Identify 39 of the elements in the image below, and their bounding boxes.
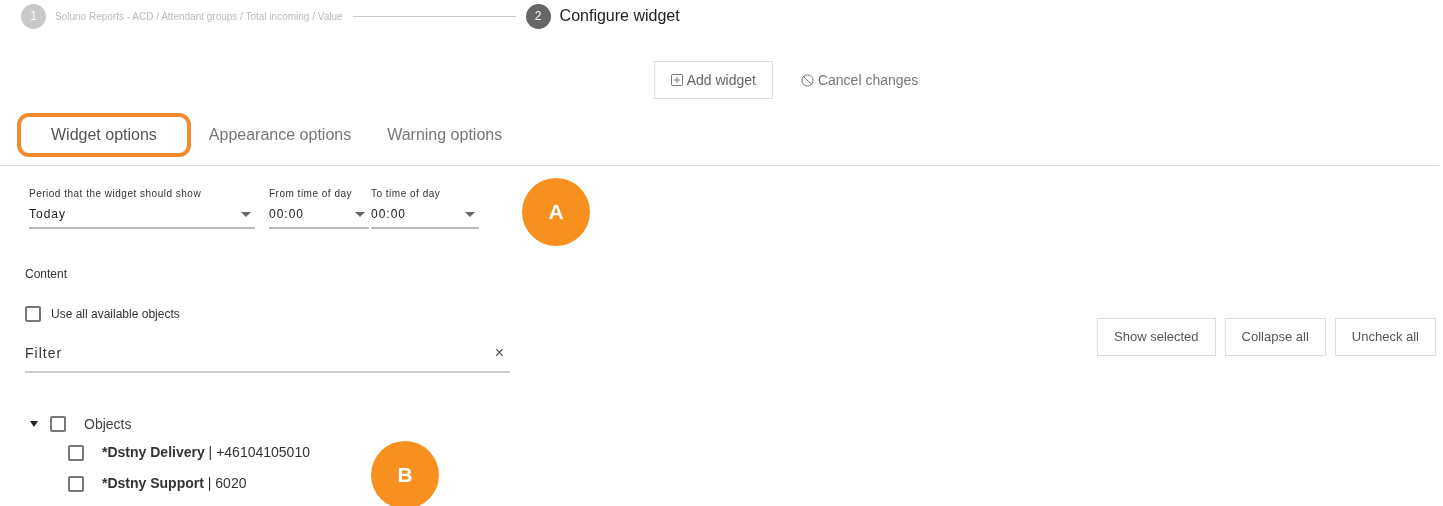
add-widget-button[interactable]: Add widget	[653, 61, 773, 99]
tab[interactable]: Warning options	[369, 113, 521, 157]
checkbox-label: Use all available objects	[51, 306, 180, 323]
tree-action-button[interactable]: Collapse all	[1224, 318, 1326, 356]
clear-filter-button[interactable]: ×	[494, 341, 510, 365]
field-label: To time of day	[371, 187, 442, 201]
dropdown-caret-icon	[241, 211, 251, 217]
dropdown-field[interactable]: To time of day 00:00	[371, 186, 479, 229]
step-label: Soluno Reports - ACD / Attendant groups / Total incoming / Value	[55, 9, 343, 24]
checkbox[interactable]	[50, 416, 66, 432]
checkbox[interactable]	[68, 444, 84, 461]
tab[interactable]: Appearance options	[190, 113, 370, 157]
dropdown-field[interactable]: Period that the widget should show Today	[29, 186, 255, 229]
cancel-changes-button[interactable]: Cancel changes	[784, 61, 935, 99]
step-number: 2	[525, 3, 551, 29]
checkbox[interactable]	[25, 306, 41, 322]
step-label: Configure widget	[559, 6, 680, 26]
tree-item-label: *Dstny Support | 6020	[102, 474, 247, 493]
tree-item-label: Objects	[84, 414, 132, 434]
tree-item-label: *Dstny Delivery | +46104105010	[102, 443, 310, 462]
plus-icon	[670, 74, 683, 86]
expanded-triangle-icon[interactable]	[30, 420, 38, 428]
field-label: From time of day	[269, 187, 354, 201]
callout-marker: B	[371, 441, 439, 506]
dropdown-caret-icon	[355, 211, 365, 217]
dropdown-caret-icon	[465, 211, 475, 217]
field-value: 00:00	[269, 206, 305, 223]
dropdown-field[interactable]: From time of day 00:00	[269, 186, 369, 229]
field-label: Period that the widget should show	[29, 187, 203, 201]
checkbox[interactable]	[68, 475, 84, 492]
tree-action-button[interactable]: Uncheck all	[1334, 318, 1436, 356]
callout-marker: A	[522, 178, 590, 246]
tab[interactable]: Widget options	[17, 113, 191, 157]
section-heading: Content	[25, 266, 68, 283]
prohibited-icon	[800, 73, 814, 87]
tree-action-button[interactable]: Show selected	[1097, 318, 1216, 356]
field-value: 00:00	[371, 206, 407, 223]
field-value: Today	[29, 206, 67, 223]
filter-field[interactable]: Filter ×	[25, 341, 510, 373]
